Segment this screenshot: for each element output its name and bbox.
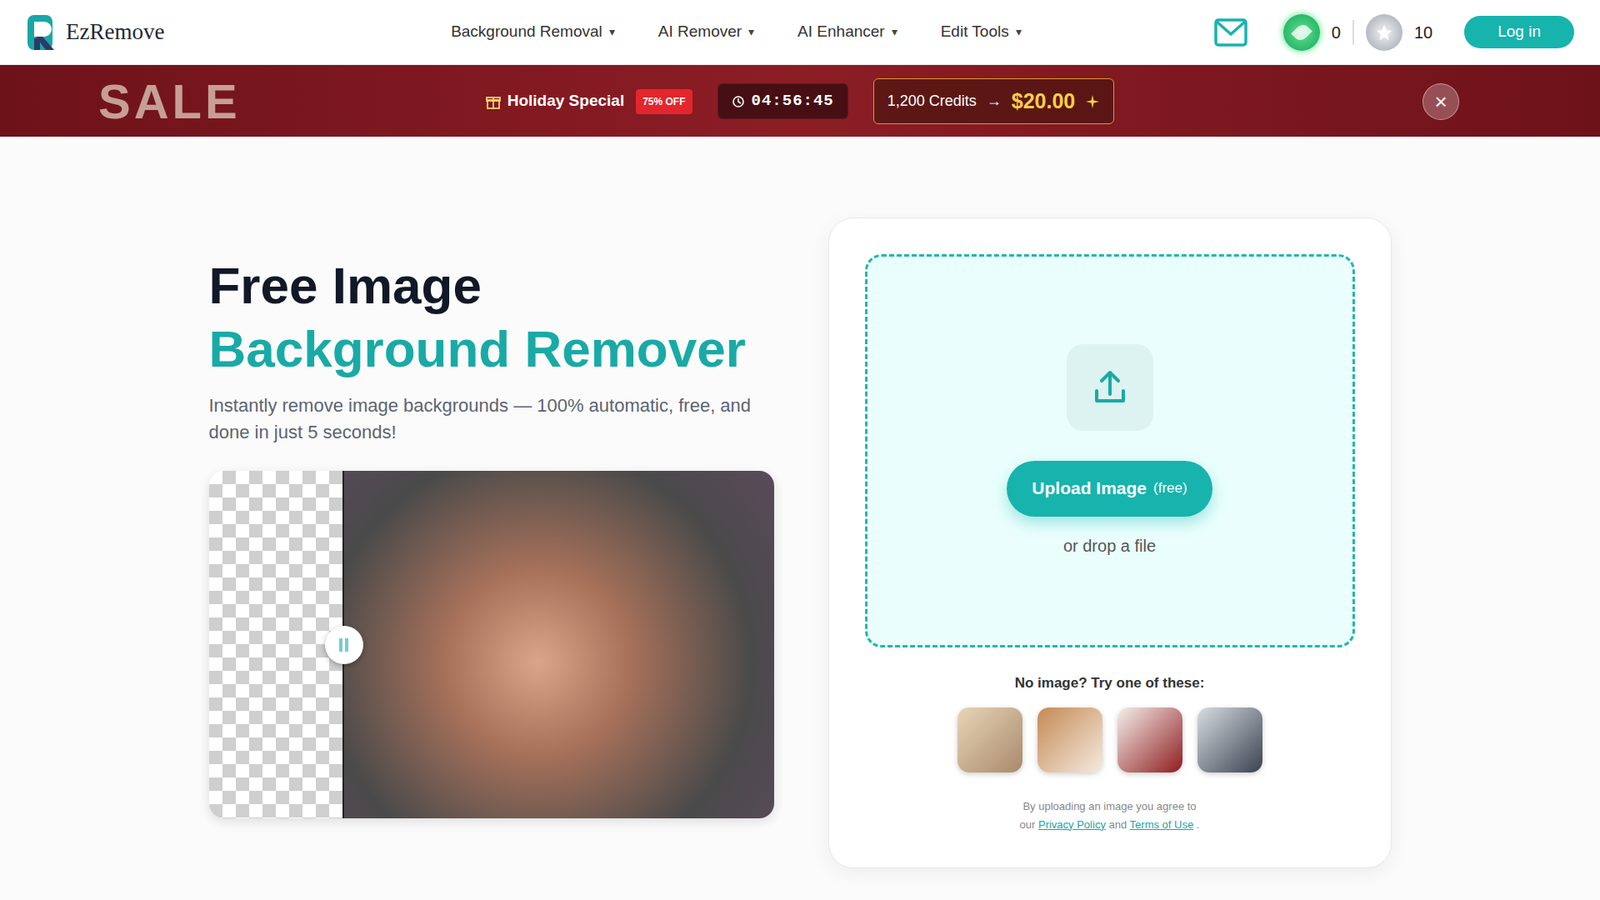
hero-subtitle: Instantly remove image backgrounds — 100… bbox=[209, 392, 775, 446]
discount-badge: 75% OFF bbox=[635, 89, 692, 115]
gem-count: 0 bbox=[1331, 20, 1341, 45]
samples-title: No image? Try one of these: bbox=[865, 672, 1355, 695]
logo-icon bbox=[25, 13, 63, 52]
nav-item[interactable]: AI Remover▾ bbox=[658, 20, 755, 45]
credits-offer[interactable]: 1,200 Credits→$20.00 bbox=[873, 78, 1115, 125]
clock-icon bbox=[731, 95, 745, 109]
sample-list bbox=[865, 707, 1355, 773]
drop-hint: or drop a file bbox=[1063, 533, 1156, 559]
hero-section: Free ImageBackground Remover Instantly re… bbox=[0, 136, 1600, 900]
upload-icon bbox=[1066, 344, 1154, 431]
before-after-preview[interactable] bbox=[209, 470, 775, 819]
star-count: 10 bbox=[1414, 20, 1433, 45]
sale-label: SALE bbox=[98, 74, 241, 129]
main-nav: Background Removal▾ AI Remover▾ AI Enhance… bbox=[242, 20, 1214, 45]
gem-badge-icon[interactable] bbox=[1283, 14, 1320, 51]
hero-text: Free ImageBackground Remover Instantly re… bbox=[209, 217, 775, 869]
hero-title: Free Image bbox=[209, 254, 775, 318]
privacy-link[interactable]: Privacy Policy bbox=[1038, 818, 1106, 831]
sample-image[interactable] bbox=[1197, 707, 1263, 773]
drop-zone[interactable]: Upload Image(free) or drop a file bbox=[865, 254, 1355, 648]
nav-item[interactable]: Background Removal▾ bbox=[450, 20, 615, 45]
upload-button[interactable]: Upload Image(free) bbox=[1006, 460, 1212, 517]
star-badge-icon[interactable] bbox=[1365, 14, 1403, 51]
nav-item[interactable]: Edit Tools▾ bbox=[940, 20, 1022, 45]
sample-image[interactable] bbox=[1117, 707, 1183, 773]
terms-link[interactable]: Terms of Use bbox=[1130, 818, 1195, 831]
upload-card: Upload Image(free) or drop a file No image… bbox=[828, 217, 1392, 869]
promo-title: Holiday Special bbox=[507, 89, 625, 114]
sale-banner: SALE Holiday Special 75% OFF 04:56:45 1,200 … bbox=[0, 65, 1600, 137]
account-area: 0 10 Log in bbox=[1213, 14, 1575, 51]
gift-icon bbox=[485, 94, 501, 110]
close-banner-button[interactable]: × bbox=[1422, 83, 1460, 120]
sparkle-icon bbox=[1085, 94, 1100, 110]
sample-image[interactable] bbox=[957, 707, 1023, 773]
nav-item[interactable]: AI Enhancer▾ bbox=[797, 20, 898, 45]
consent-text: By uploading an image you agree toour Pr… bbox=[865, 797, 1355, 835]
top-bar: EzRemove Background Removal▾ AI Remover▾ AI… bbox=[0, 0, 1600, 65]
sample-image[interactable] bbox=[1037, 707, 1103, 773]
hero-title-accent: Background Remover bbox=[209, 317, 775, 381]
slider-handle[interactable] bbox=[325, 625, 364, 665]
countdown-timer: 04:56:45 bbox=[717, 83, 849, 120]
login-button[interactable]: Log in bbox=[1464, 15, 1575, 49]
logo[interactable]: EzRemove bbox=[25, 13, 243, 52]
mail-icon[interactable] bbox=[1213, 17, 1249, 48]
